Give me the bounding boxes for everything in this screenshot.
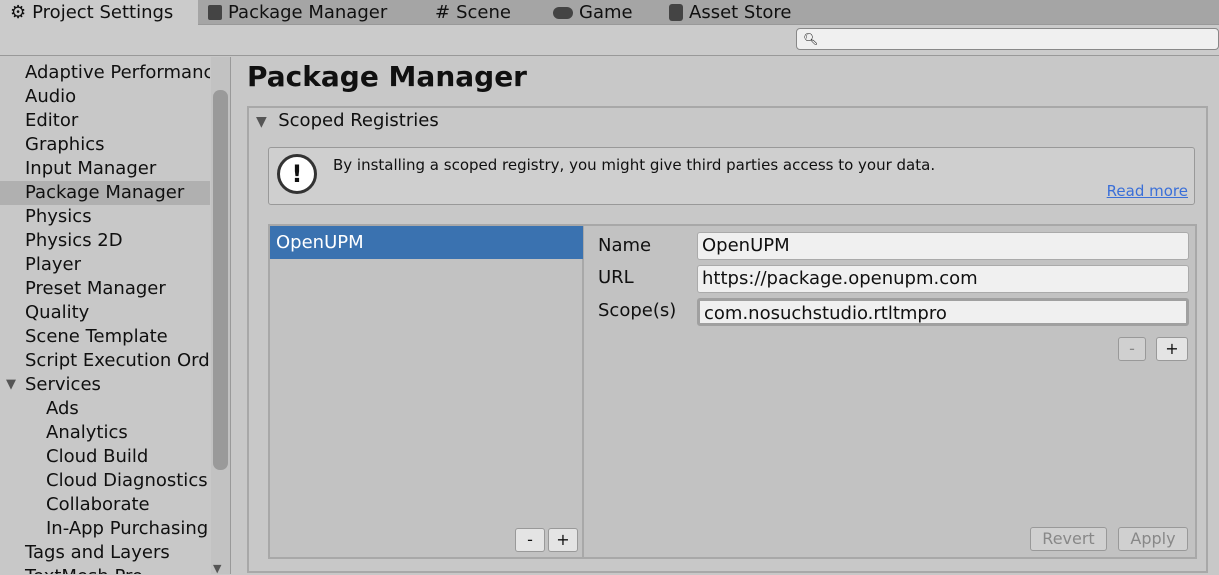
sidebar-item-cloud-build[interactable]: Cloud Build <box>0 445 210 469</box>
registry-item-openupm[interactable]: OpenUPM <box>270 226 583 259</box>
sidebar-item-textmesh-pro[interactable]: TextMesh Pro <box>0 565 210 574</box>
search-icon: 🔍︎ <box>803 32 819 46</box>
foldout-arrow-icon: ▼ <box>256 114 267 130</box>
page-title: Package Manager <box>247 60 527 93</box>
sidebar-item-preset-manager[interactable]: Preset Manager <box>0 277 210 301</box>
sidebar-item-graphics[interactable]: Graphics <box>0 133 210 157</box>
sidebar-item-collaborate[interactable]: Collaborate <box>0 493 210 517</box>
tab-asset-store[interactable]: Asset Store <box>659 0 792 25</box>
sidebar-item-label: Audio <box>25 86 77 107</box>
gamepad-icon <box>553 6 573 19</box>
sidebar-item-label: TextMesh Pro <box>25 566 143 574</box>
sidebar-item-package-manager[interactable]: Package Manager <box>0 181 210 205</box>
url-label: URL <box>598 267 634 288</box>
sidebar-item-analytics[interactable]: Analytics <box>0 421 210 445</box>
sidebar-item-editor[interactable]: Editor <box>0 109 210 133</box>
tab-scene[interactable]: # Scene <box>425 0 511 25</box>
sidebar: Adaptive Performance Audio Editor Graphics I… <box>0 57 231 574</box>
sidebar-item-label: Script Execution Order <box>25 350 210 371</box>
sidebar-item-services[interactable]: ▼ Services <box>0 373 210 397</box>
sidebar-item-label: Input Manager <box>25 158 157 179</box>
sidebar-item-label: Adaptive Performance <box>25 62 210 83</box>
sidebar-item-label: Tags and Layers <box>25 542 170 563</box>
registry-list <box>269 225 584 558</box>
sidebar-item-label: Collaborate <box>46 494 150 515</box>
sidebar-item-label: Cloud Build <box>46 446 149 467</box>
warning-box: ! By installing a scoped registry, you m… <box>268 147 1195 205</box>
add-scope-button[interactable]: + <box>1156 337 1188 361</box>
sidebar-item-label: Preset Manager <box>25 278 166 299</box>
scope-label: Scope(s) <box>598 300 677 321</box>
gear-icon: ⚙ <box>10 2 27 23</box>
sidebar-item-label: Editor <box>25 110 79 131</box>
sidebar-item-player[interactable]: Player <box>0 253 210 277</box>
sidebar-item-label: Package Manager <box>25 182 185 203</box>
name-field[interactable]: OpenUPM <box>697 232 1189 260</box>
sidebar-item-physics[interactable]: Physics <box>0 205 210 229</box>
tab-bar: ⚙ Project Settings Package Manager # Scene… <box>0 0 1219 25</box>
url-field[interactable]: https://package.openupm.com <box>697 265 1189 293</box>
sidebar-item-quality[interactable]: Quality <box>0 301 210 325</box>
sidebar-item-label: Scene Template <box>25 326 168 347</box>
sidebar-item-adaptive-performance[interactable]: Adaptive Performance <box>0 61 210 85</box>
sidebar-item-input-manager[interactable]: Input Manager <box>0 157 210 181</box>
search-input[interactable]: 🔍︎ <box>796 28 1219 50</box>
sidebar-item-cloud-diagnostics[interactable]: Cloud Diagnostics <box>0 469 210 493</box>
sidebar-item-label: Cloud Diagnostics <box>46 470 208 491</box>
scoped-registries-foldout[interactable]: ▼ Scoped Registries <box>256 110 439 131</box>
name-label: Name <box>598 235 652 256</box>
bag-icon <box>669 4 683 21</box>
package-icon <box>208 5 222 20</box>
read-more-link[interactable]: Read more <box>1107 182 1188 200</box>
sidebar-item-label: Services <box>25 374 101 395</box>
tab-package-manager[interactable]: Package Manager <box>198 0 387 25</box>
apply-button[interactable]: Apply <box>1118 527 1188 551</box>
sidebar-item-label: In-App Purchasing <box>46 518 209 539</box>
scope-field[interactable]: com.nosuchstudio.rtltmpro <box>697 298 1189 326</box>
sidebar-item-label: Physics <box>25 206 92 227</box>
sidebar-item-label: Ads <box>46 398 79 419</box>
sidebar-item-label: Player <box>25 254 82 275</box>
grid-icon: # <box>435 2 451 23</box>
sidebar-item-label: Graphics <box>25 134 105 155</box>
expand-arrow-icon[interactable]: ▼ <box>6 373 16 397</box>
sidebar-item-ads[interactable]: Ads <box>0 397 210 421</box>
add-registry-button[interactable]: + <box>548 528 578 552</box>
revert-button[interactable]: Revert <box>1030 527 1107 551</box>
sidebar-item-scene-template[interactable]: Scene Template <box>0 325 210 349</box>
sidebar-item-audio[interactable]: Audio <box>0 85 210 109</box>
sidebar-item-physics-2d[interactable]: Physics 2D <box>0 229 210 253</box>
warning-text: By installing a scoped registry, you mig… <box>333 156 936 174</box>
scrollbar-thumb[interactable] <box>213 90 228 470</box>
tab-game[interactable]: Game <box>543 0 633 25</box>
scroll-down-arrow-icon[interactable]: ▼ <box>213 562 221 575</box>
sidebar-item-label: Physics 2D <box>25 230 123 251</box>
remove-scope-button[interactable]: - <box>1118 337 1146 361</box>
warning-icon: ! <box>277 154 317 194</box>
sidebar-item-tags-and-layers[interactable]: Tags and Layers <box>0 541 210 565</box>
tab-project-settings[interactable]: ⚙ Project Settings <box>0 0 198 25</box>
remove-registry-button[interactable]: - <box>515 528 545 552</box>
sidebar-item-label: Analytics <box>46 422 128 443</box>
sidebar-item-in-app-purchasing[interactable]: In-App Purchasing <box>0 517 210 541</box>
sidebar-item-script-execution-order[interactable]: Script Execution Order <box>0 349 210 373</box>
sidebar-item-label: Quality <box>25 302 90 323</box>
